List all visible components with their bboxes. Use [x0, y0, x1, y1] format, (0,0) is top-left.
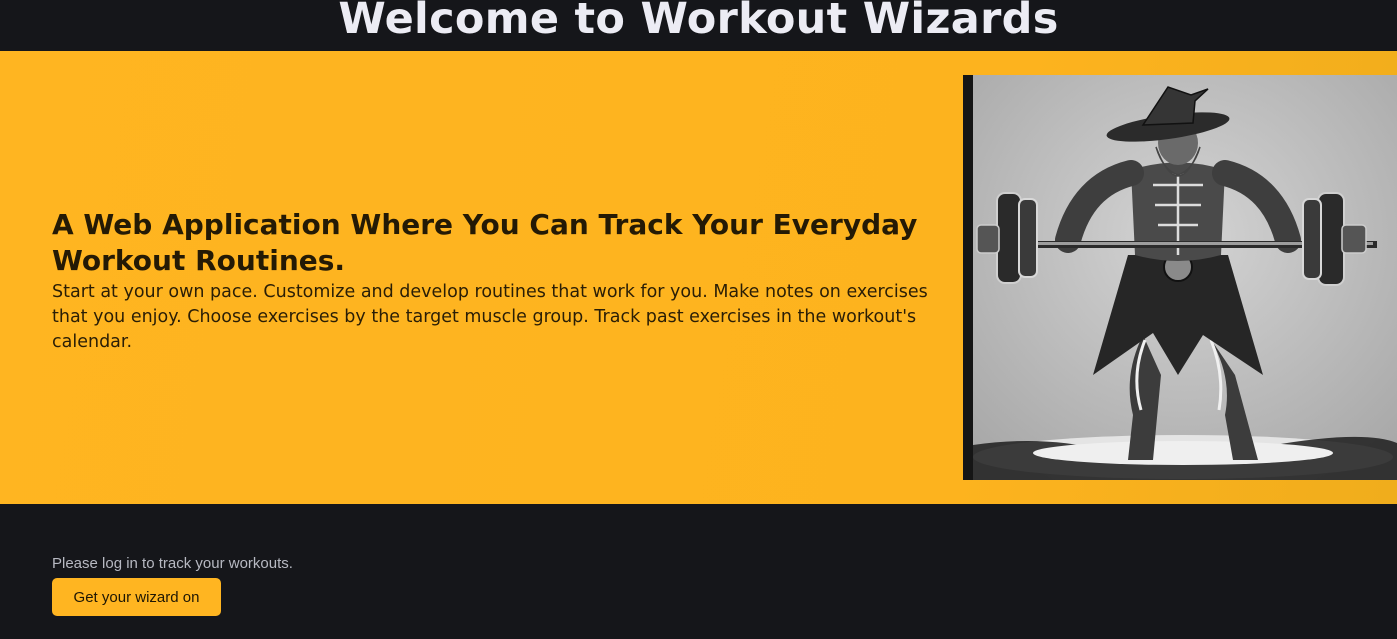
hero-description: Start at your own pace. Customize and de… — [52, 282, 928, 352]
hero-image — [963, 75, 1397, 480]
wizard-illustration-icon — [973, 75, 1397, 480]
hero-section: A Web Application Where You Can Track Yo… — [0, 51, 1397, 504]
page-title: Welcome to Workout Wizards — [338, 0, 1059, 44]
hero-heading: A Web Application Where You Can Track Yo… — [52, 208, 918, 277]
login-prompt-text: Please log in to track your workouts. — [52, 555, 293, 572]
hero-text-block: A Web Application Where You Can Track Yo… — [52, 207, 942, 355]
login-section: Please log in to track your workouts. Ge… — [0, 504, 1397, 639]
get-wizard-on-button[interactable]: Get your wizard on — [52, 578, 221, 616]
site-header: Welcome to Workout Wizards — [0, 0, 1397, 51]
